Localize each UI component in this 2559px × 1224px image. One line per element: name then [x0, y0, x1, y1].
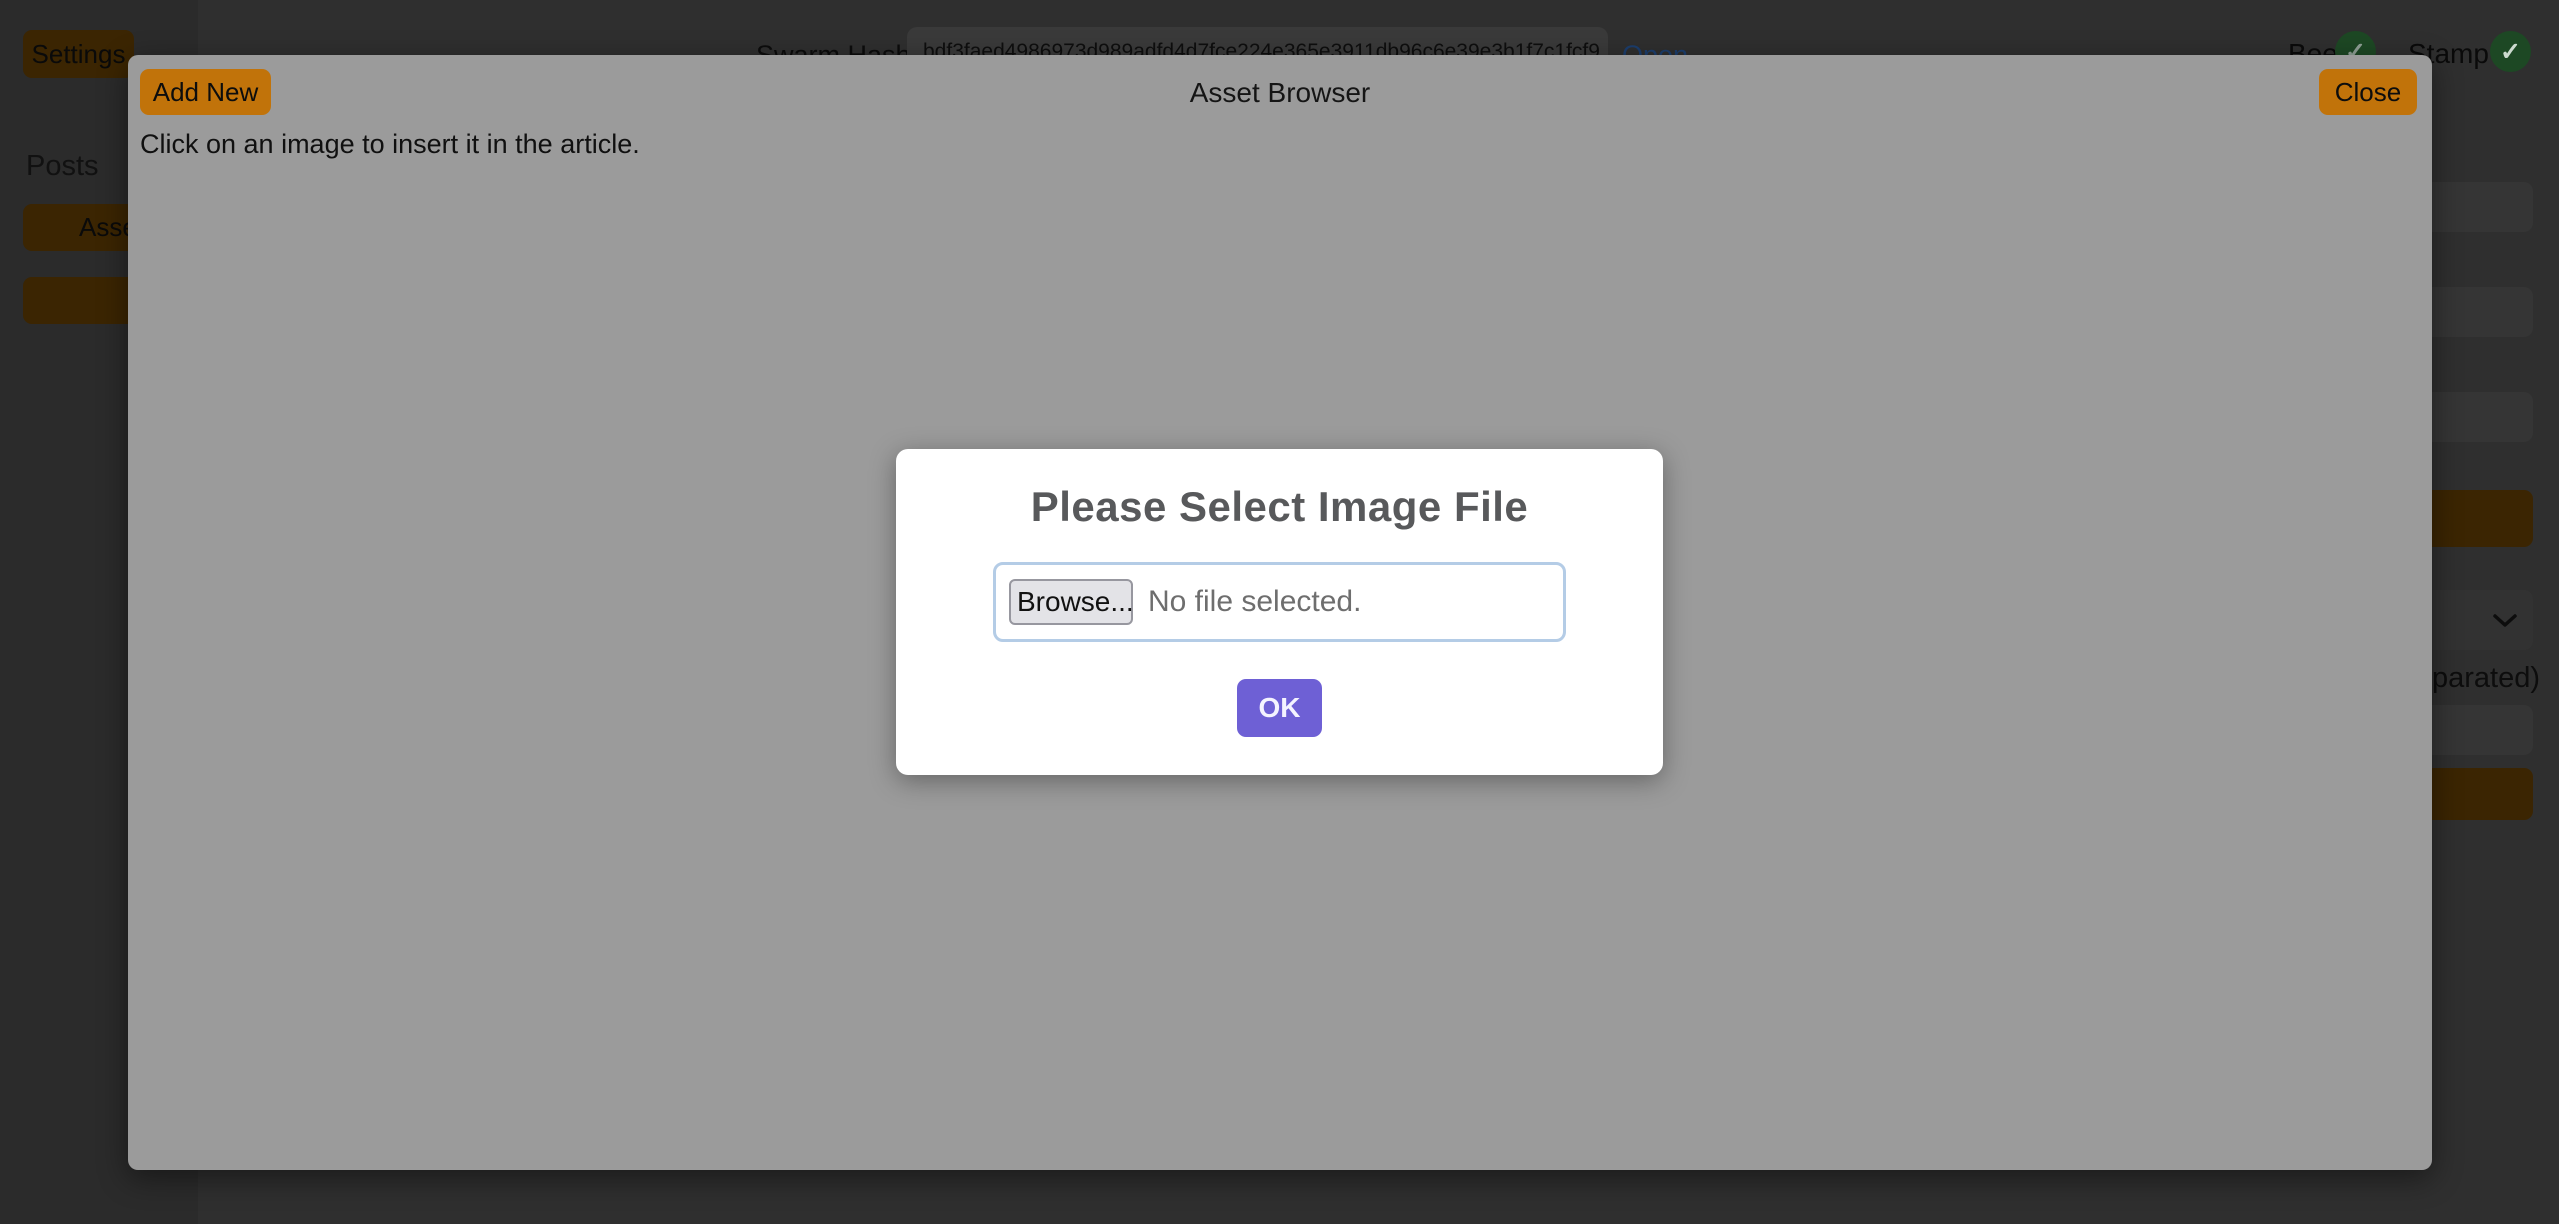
- posts-heading: Posts: [26, 150, 99, 183]
- tags-label-fragment: parated): [2432, 662, 2540, 695]
- settings-button[interactable]: Settings: [23, 30, 134, 78]
- close-button[interactable]: Close: [2319, 69, 2417, 115]
- instruction-text: Click on an image to insert it in the ar…: [140, 129, 640, 160]
- check-glyph: ✓: [2500, 37, 2521, 67]
- chevron-down-icon: [2491, 612, 2519, 630]
- app-root: Settings Posts Assets Swarm Hash bdf3fae…: [0, 0, 2559, 1224]
- dialog-title: Please Select Image File: [896, 483, 1663, 531]
- browse-button[interactable]: Browse...: [1009, 579, 1133, 625]
- file-input[interactable]: Browse... No file selected.: [993, 562, 1566, 642]
- asset-browser-title: Asset Browser: [128, 77, 2432, 109]
- file-select-dialog: Please Select Image File Browse... No fi…: [896, 449, 1663, 775]
- file-status-text: No file selected.: [1148, 585, 1361, 619]
- ok-button[interactable]: OK: [1237, 679, 1322, 737]
- stamp-check-icon: ✓: [2490, 31, 2531, 72]
